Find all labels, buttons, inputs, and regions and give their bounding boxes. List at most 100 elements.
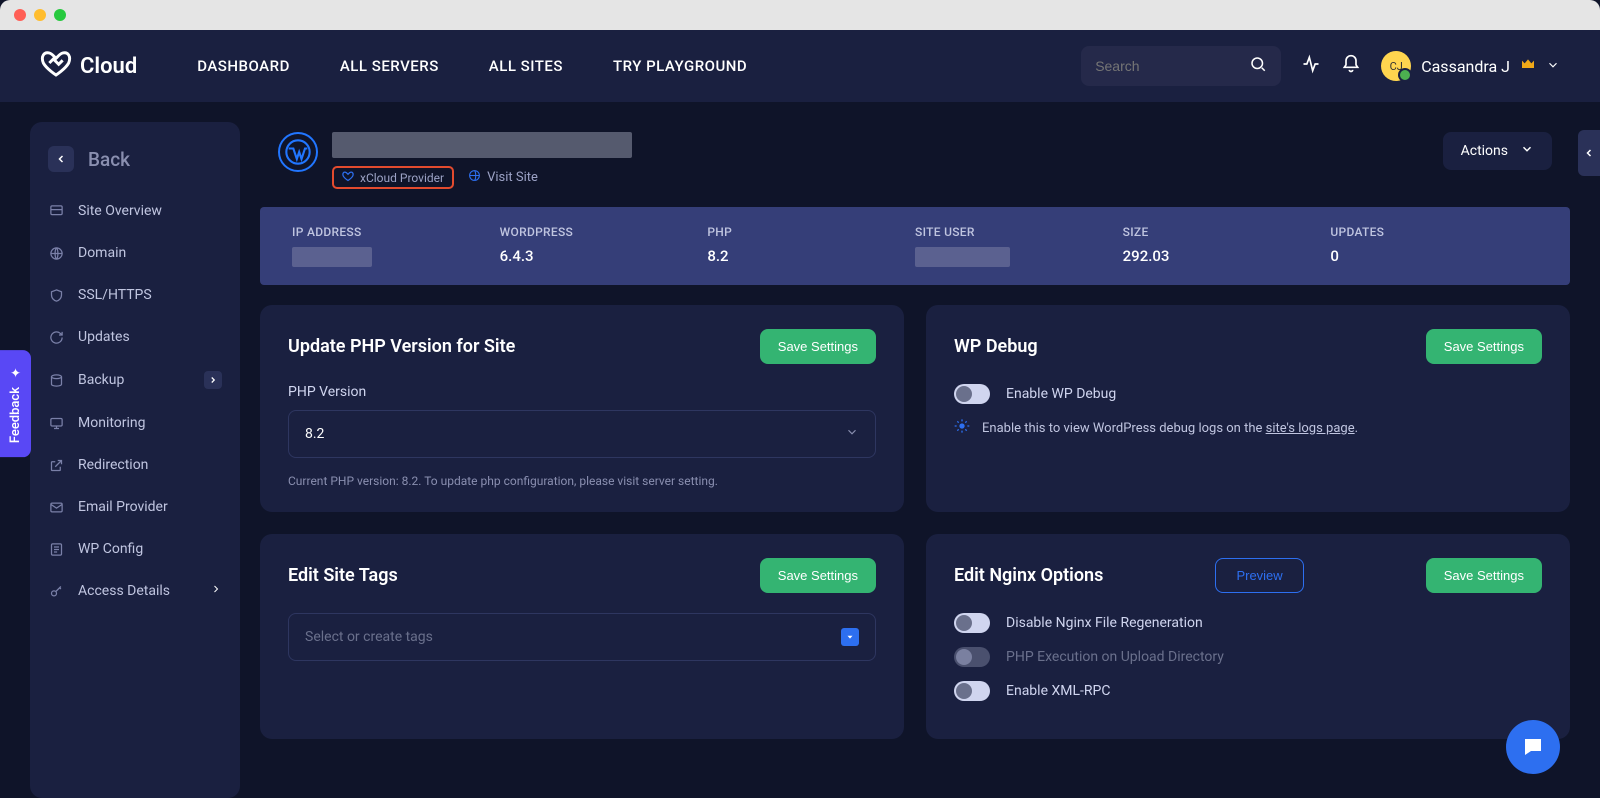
top-nav: DASHBOARD ALL SERVERS ALL SITES TRY PLAY… <box>197 57 747 75</box>
activity-icon[interactable] <box>1301 54 1321 78</box>
sidebar-item-label: Email Provider <box>78 499 168 515</box>
window-close-icon[interactable] <box>14 9 26 21</box>
provider-icon <box>342 170 354 185</box>
save-debug-button[interactable]: Save Settings <box>1426 329 1542 364</box>
feedback-label: Feedback <box>8 387 23 443</box>
caret-down-icon <box>841 628 859 646</box>
heart-logo-icon <box>40 47 72 85</box>
bell-icon[interactable] <box>1341 54 1361 78</box>
nginx-regen-toggle[interactable] <box>954 613 990 633</box>
lightbulb-icon <box>954 418 970 438</box>
php-exec-toggle[interactable] <box>954 647 990 667</box>
nginx-opt3-label: Enable XML-RPC <box>1006 683 1110 699</box>
wp-debug-card: WP Debug Save Settings Enable WP Debug E… <box>926 305 1570 512</box>
stats-bar: IP ADDRESS WORDPRESS6.4.3 PHP8.2 SITE US… <box>260 207 1570 285</box>
external-link-icon <box>48 458 64 473</box>
card-title: WP Debug <box>954 336 1038 357</box>
sidebar: Back Site Overview Domain SSL/HTTPS Upda… <box>30 122 240 798</box>
sidebar-item-label: Backup <box>78 372 124 388</box>
sidebar-item-domain[interactable]: Domain <box>30 232 240 274</box>
database-icon <box>48 373 64 388</box>
php-version-card: Update PHP Version for Site Save Setting… <box>260 305 904 512</box>
nav-all-servers[interactable]: ALL SERVERS <box>340 57 439 75</box>
visit-site-link[interactable]: Visit Site <box>468 169 538 186</box>
file-icon <box>48 542 64 557</box>
sidebar-item-label: Redirection <box>78 457 148 473</box>
chevron-right-icon <box>204 371 222 389</box>
tags-select[interactable]: Select or create tags <box>288 613 876 661</box>
nav-all-sites[interactable]: ALL SITES <box>489 57 563 75</box>
window-min-icon[interactable] <box>34 9 46 21</box>
sidebar-item-backup[interactable]: Backup <box>30 358 240 402</box>
wp-debug-label: Enable WP Debug <box>1006 386 1116 402</box>
feedback-tab[interactable]: Feedback ✦ <box>0 350 31 457</box>
card-title: Update PHP Version for Site <box>288 336 515 357</box>
search-icon[interactable] <box>1249 55 1267 77</box>
user-menu[interactable]: CJ Cassandra J <box>1381 51 1560 81</box>
window-max-icon[interactable] <box>54 9 66 21</box>
debug-info: Enable this to view WordPress debug logs… <box>954 418 1542 438</box>
visit-site-label: Visit Site <box>487 170 538 185</box>
stat-wordpress: WORDPRESS6.4.3 <box>500 225 708 267</box>
save-tags-button[interactable]: Save Settings <box>760 558 876 593</box>
sidebar-item-label: Updates <box>78 329 130 345</box>
monitor-icon <box>48 416 64 431</box>
brand-logo[interactable]: Cloud <box>40 47 137 85</box>
sidebar-item-label: WP Config <box>78 541 143 557</box>
search-box[interactable] <box>1081 46 1281 86</box>
save-php-button[interactable]: Save Settings <box>760 329 876 364</box>
sidebar-item-label: SSL/HTTPS <box>78 287 152 303</box>
xmlrpc-toggle[interactable] <box>954 681 990 701</box>
actions-label: Actions <box>1461 143 1508 159</box>
chevron-down-icon <box>845 425 859 443</box>
preview-nginx-button[interactable]: Preview <box>1215 558 1303 593</box>
sidebar-item-email[interactable]: Email Provider <box>30 486 240 528</box>
chevron-right-icon <box>210 583 222 599</box>
nginx-options-card: Edit Nginx Options Preview Save Settings… <box>926 534 1570 739</box>
nginx-opt1-label: Disable Nginx File Regeneration <box>1006 615 1203 631</box>
sidebar-item-monitoring[interactable]: Monitoring <box>30 402 240 444</box>
mail-icon <box>48 500 64 515</box>
shield-icon <box>48 288 64 303</box>
logs-page-link[interactable]: site's logs page <box>1266 421 1355 436</box>
window-chrome <box>0 0 1600 30</box>
chevron-down-icon <box>1546 57 1560 76</box>
brand-name: Cloud <box>80 54 137 79</box>
search-input[interactable] <box>1095 58 1235 74</box>
refresh-icon <box>48 330 64 345</box>
stat-ip-value <box>292 247 372 267</box>
wp-debug-toggle[interactable] <box>954 384 990 404</box>
nav-playground[interactable]: TRY PLAYGROUND <box>613 57 747 75</box>
nav-dashboard[interactable]: DASHBOARD <box>197 57 290 75</box>
php-field-label: PHP Version <box>288 384 876 400</box>
crown-icon <box>1520 56 1536 76</box>
back-button[interactable] <box>48 146 74 172</box>
wordpress-icon <box>278 132 318 172</box>
avatar: CJ <box>1381 51 1411 81</box>
stat-size: SIZE292.03 <box>1123 225 1331 267</box>
save-nginx-button[interactable]: Save Settings <box>1426 558 1542 593</box>
provider-badge[interactable]: xCloud Provider <box>332 166 454 189</box>
site-title <box>332 132 632 158</box>
stat-ip: IP ADDRESS <box>292 225 500 267</box>
chat-button[interactable] <box>1506 720 1560 774</box>
sidebar-item-label: Access Details <box>78 583 170 599</box>
globe-icon <box>468 169 481 186</box>
php-hint: Current PHP version: 8.2. To update php … <box>288 474 876 488</box>
sidebar-item-redirection[interactable]: Redirection <box>30 444 240 486</box>
actions-button[interactable]: Actions <box>1443 132 1552 170</box>
overview-icon <box>48 204 64 219</box>
provider-label: xCloud Provider <box>360 171 444 185</box>
php-version-value: 8.2 <box>305 426 324 442</box>
sidebar-item-updates[interactable]: Updates <box>30 316 240 358</box>
php-version-select[interactable]: 8.2 <box>288 410 876 458</box>
stat-user-value <box>915 247 1010 267</box>
site-header: xCloud Provider Visit Site Actions <box>260 122 1570 207</box>
sidebar-item-wp-config[interactable]: WP Config <box>30 528 240 570</box>
right-drawer-handle[interactable] <box>1578 130 1600 176</box>
main-content: xCloud Provider Visit Site Actions IP AD… <box>260 122 1570 798</box>
sidebar-item-access[interactable]: Access Details <box>30 570 240 612</box>
sidebar-item-label: Domain <box>78 245 126 261</box>
sidebar-item-site-overview[interactable]: Site Overview <box>30 190 240 232</box>
sidebar-item-ssl[interactable]: SSL/HTTPS <box>30 274 240 316</box>
